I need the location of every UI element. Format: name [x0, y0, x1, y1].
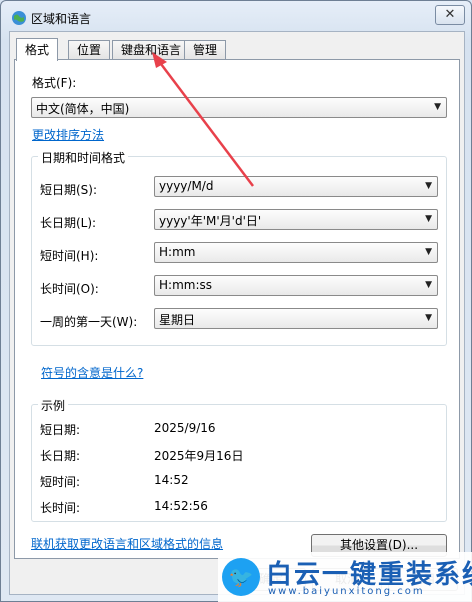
format-select[interactable]: 中文(简体，中国) ▼	[31, 97, 447, 118]
change-sort-link[interactable]: 更改排序方法	[32, 126, 104, 143]
online-info-link[interactable]: 联机获取更改语言和区域格式的信息	[31, 535, 223, 552]
short-date-label: 短日期(S):	[40, 183, 98, 197]
short-date-select[interactable]: yyyy/M/d ▼	[154, 176, 438, 197]
long-date-label: 长日期(L):	[40, 216, 97, 230]
example-short-date-label: 短日期:	[40, 423, 81, 437]
region-language-window: 区域和语言 ✕ 格式 位置 键盘和语言 管理 格式(F): 中文(简体，中国) …	[0, 0, 472, 602]
datetime-group: 日期和时间格式 短日期(S): yyyy/M/d ▼ 长日期(L): yyyy'…	[31, 149, 447, 346]
example-long-time-label: 长时间:	[40, 501, 81, 515]
chevron-down-icon: ▼	[434, 102, 441, 112]
short-time-value: H:mm	[159, 245, 196, 259]
format-value: 中文(简体，中国)	[36, 102, 130, 116]
datetime-group-title: 日期和时间格式	[38, 149, 129, 166]
first-day-value: 星期日	[159, 313, 196, 327]
example-group: 示例 短日期: 2025/9/16 长日期: 2025年9月16日 短时间: 1…	[31, 397, 447, 522]
chevron-down-icon: ▼	[425, 214, 432, 224]
example-long-date-value: 2025年9月16日	[154, 449, 244, 463]
example-long-date-label: 长日期:	[40, 449, 81, 463]
tab-formats[interactable]: 格式	[16, 38, 59, 61]
tab-keyboards-languages[interactable]: 键盘和语言	[112, 40, 191, 60]
dialog-client: 格式 位置 键盘和语言 管理 格式(F): 中文(简体，中国) ▼ 更改排序方法…	[9, 31, 465, 595]
chevron-down-icon: ▼	[425, 313, 432, 323]
long-time-label: 长时间(O):	[40, 282, 99, 296]
close-button[interactable]: ✕	[435, 5, 465, 25]
formats-panel: 格式(F): 中文(简体，中国) ▼ 更改排序方法 日期和时间格式 短日期(S)…	[14, 59, 460, 559]
example-short-time-value: 14:52	[154, 473, 189, 487]
tab-administrative[interactable]: 管理	[184, 40, 227, 60]
short-date-value: yyyy/M/d	[159, 179, 214, 193]
long-date-select[interactable]: yyyy'年'M'月'd'日' ▼	[154, 209, 438, 230]
chevron-down-icon: ▼	[425, 181, 432, 191]
example-long-time-value: 14:52:56	[154, 499, 208, 513]
window-title: 区域和语言	[31, 12, 92, 26]
example-short-time-label: 短时间:	[40, 475, 81, 489]
tab-location[interactable]: 位置	[68, 40, 111, 60]
long-date-value: yyyy'年'M'月'd'日'	[159, 214, 262, 228]
watermark-url: www.baiyunxitong.com	[268, 586, 425, 597]
watermark-banner: 🐦 白云一键重装系统 www.baiyunxitong.com	[218, 552, 472, 602]
chevron-down-icon: ▼	[425, 247, 432, 257]
bird-logo-icon: 🐦	[222, 558, 260, 596]
first-day-select[interactable]: 星期日 ▼	[154, 308, 438, 329]
long-time-value: H:mm:ss	[159, 278, 212, 292]
globe-icon	[12, 11, 26, 25]
short-time-label: 短时间(H):	[40, 249, 99, 263]
short-time-select[interactable]: H:mm ▼	[154, 242, 438, 263]
first-day-label: 一周的第一天(W):	[40, 315, 138, 329]
example-short-date-value: 2025/9/16	[154, 421, 216, 435]
format-label: 格式(F):	[32, 76, 77, 90]
long-time-select[interactable]: H:mm:ss ▼	[154, 275, 438, 296]
symbols-meaning-link[interactable]: 符号的含意是什么?	[41, 364, 143, 381]
example-group-title: 示例	[38, 397, 69, 414]
title-bar[interactable]: 区域和语言 ✕	[1, 1, 471, 35]
chevron-down-icon: ▼	[425, 280, 432, 290]
